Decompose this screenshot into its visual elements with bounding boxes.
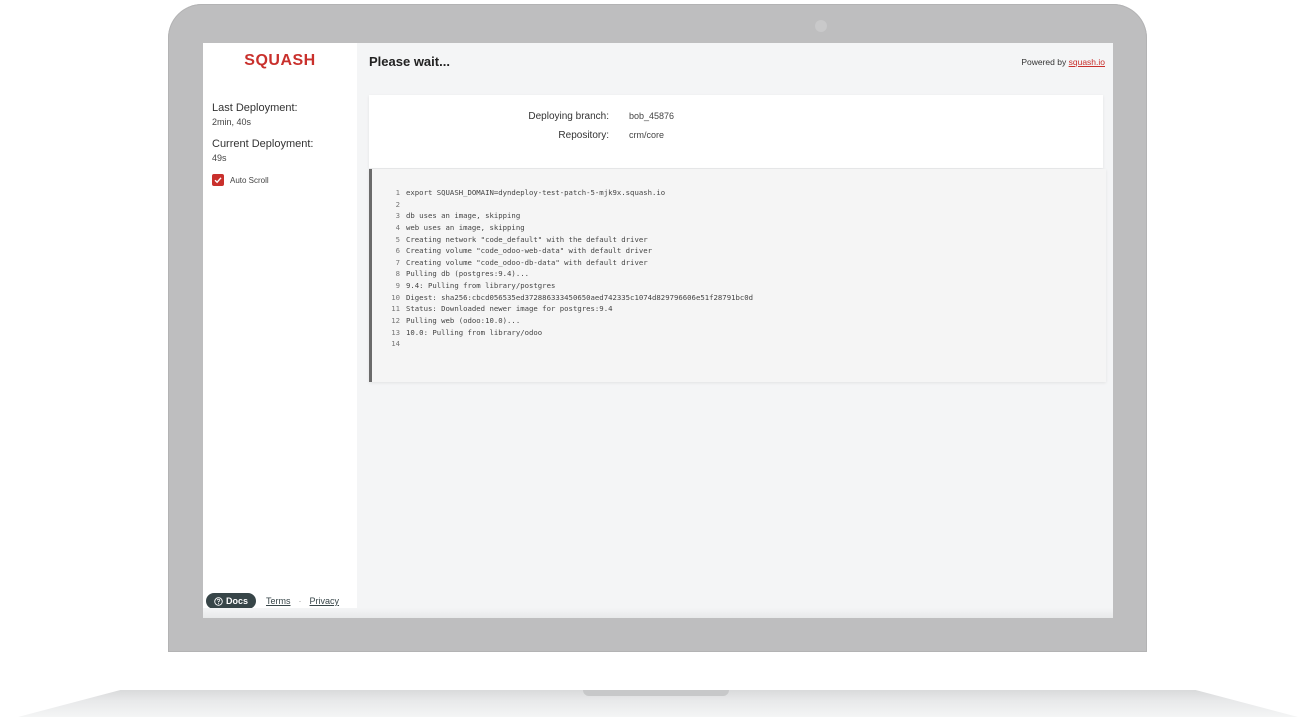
check-icon bbox=[214, 177, 222, 184]
log-line-number: 14 bbox=[391, 339, 400, 349]
log-line-text: Pulling web (odoo:10.0)... bbox=[406, 316, 521, 326]
log-line-number: 5 bbox=[395, 234, 400, 244]
app-screen: SQUASH Last Deployment: 2min, 40s Curren… bbox=[203, 43, 1113, 618]
log-line-text: 10.0: Pulling from library/odoo bbox=[406, 327, 543, 337]
log-line: 6 Creating volume "code_odoo-web-data" wi… bbox=[372, 245, 753, 257]
log-line: 1 export SQUASH_DOMAIN=dyndeploy-test-pat… bbox=[372, 187, 753, 199]
docs-label: Docs bbox=[226, 596, 249, 606]
sidebar-footer: Docs Terms · Privacy bbox=[206, 593, 339, 609]
log-line: 8 Pulling db (postgres:9.4)... bbox=[372, 268, 753, 280]
powered-by-label: Powered by bbox=[1021, 57, 1067, 67]
log-line: 10 Digest: sha256:cbcd056535ed37288633345… bbox=[372, 292, 753, 304]
repository-label: Repository: bbox=[558, 130, 609, 141]
privacy-link[interactable]: Privacy bbox=[310, 596, 340, 606]
log-line-text: Creating network "code_default" with the… bbox=[406, 234, 648, 244]
log-line: 7 Creating volume "code_odoo-db-data" wit… bbox=[372, 257, 753, 269]
log-line-number: 7 bbox=[395, 257, 400, 267]
log-line: 14 bbox=[372, 338, 753, 350]
log-line-number: 9 bbox=[395, 281, 400, 291]
log-line-number: 1 bbox=[395, 188, 400, 197]
log-line: 11 Status: Downloaded newer image for pos… bbox=[372, 303, 753, 315]
log-line-text: Creating volume "code_odoo-db-data" with… bbox=[406, 257, 648, 267]
deployment-log[interactable]: 1 export SQUASH_DOMAIN=dyndeploy-test-pat… bbox=[369, 169, 1106, 382]
last-deployment-label: Last Deployment: bbox=[212, 102, 298, 114]
auto-scroll-toggle[interactable]: Auto Scroll bbox=[212, 174, 269, 186]
log-line-text: web uses an image, skipping bbox=[406, 222, 525, 232]
log-line-number: 4 bbox=[395, 222, 400, 232]
squash-link[interactable]: squash.io bbox=[1069, 57, 1105, 67]
log-line-text: export SQUASH_DOMAIN=dyndeploy-test-patc… bbox=[406, 188, 666, 197]
repository-value: crm/core bbox=[629, 130, 665, 140]
powered-by: Powered by squash.io bbox=[1021, 57, 1105, 67]
main-content: Please wait... Powered by squash.io Depl… bbox=[357, 43, 1113, 618]
log-line-number: 2 bbox=[395, 199, 400, 209]
log-line-number: 13 bbox=[391, 327, 400, 337]
screen-bottom-edge bbox=[203, 608, 1113, 618]
current-deployment-label: Current Deployment: bbox=[212, 138, 314, 150]
log-line-number: 6 bbox=[395, 246, 400, 256]
last-deployment-value: 2min, 40s bbox=[212, 117, 252, 127]
deployment-info-card: Deploying branch: bob_45876 Repository: … bbox=[369, 95, 1103, 168]
log-line: 2 bbox=[372, 199, 753, 211]
auto-scroll-checkbox[interactable] bbox=[212, 174, 224, 186]
log-line: 5 Creating network "code_default" with th… bbox=[372, 234, 753, 246]
log-line-number: 10 bbox=[391, 292, 400, 302]
log-line-text: Pulling db (postgres:9.4)... bbox=[406, 269, 530, 279]
log-line: 12 Pulling web (odoo:10.0)... bbox=[372, 315, 753, 327]
current-deployment-value: 49s bbox=[212, 153, 227, 163]
log-line: 13 10.0: Pulling from library/odoo bbox=[372, 327, 753, 339]
log-line-number: 12 bbox=[391, 316, 400, 326]
laptop-notch bbox=[583, 690, 729, 696]
log-line-text: db uses an image, skipping bbox=[406, 211, 521, 221]
log-line: 9 9.4: Pulling from library/postgres bbox=[372, 280, 753, 292]
branch-value: bob_45876 bbox=[629, 111, 675, 121]
log-lines: 1 export SQUASH_DOMAIN=dyndeploy-test-pat… bbox=[372, 187, 753, 350]
log-line-number: 3 bbox=[395, 211, 400, 221]
branch-label: Deploying branch: bbox=[528, 111, 609, 122]
help-circle-icon bbox=[214, 596, 223, 606]
squash-logo[interactable]: SQUASH bbox=[203, 52, 357, 70]
auto-scroll-label: Auto Scroll bbox=[230, 175, 269, 185]
log-line-text: 9.4: Pulling from library/postgres bbox=[406, 281, 556, 291]
log-line-text: Creating volume "code_odoo-web-data" wit… bbox=[406, 246, 653, 256]
log-line-text: Status: Downloaded newer image for postg… bbox=[406, 304, 613, 314]
log-line-text: Digest: sha256:cbcd056535ed3728863334506… bbox=[406, 292, 754, 302]
footer-separator: · bbox=[298, 596, 302, 606]
log-line: 4 web uses an image, skipping bbox=[372, 222, 753, 234]
page-title: Please wait... bbox=[369, 54, 450, 69]
camera-icon bbox=[815, 20, 827, 32]
sidebar: SQUASH Last Deployment: 2min, 40s Curren… bbox=[203, 43, 357, 618]
log-line-number: 8 bbox=[395, 269, 400, 279]
terms-link[interactable]: Terms bbox=[266, 596, 291, 606]
log-line-number: 11 bbox=[391, 304, 400, 314]
log-line: 3 db uses an image, skipping bbox=[372, 210, 753, 222]
docs-button[interactable]: Docs bbox=[206, 593, 257, 609]
